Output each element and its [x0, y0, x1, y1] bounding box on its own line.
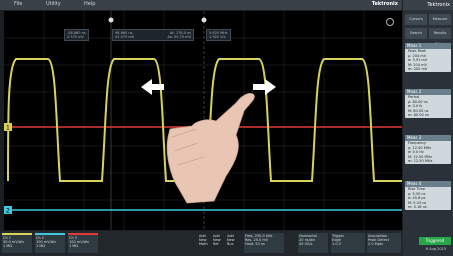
channel-line: 1 MΩ — [69, 244, 79, 249]
meas-panel-1[interactable]: Meas 1 Peak-Peak μ: 204 mV σ: 3.91 mV M:… — [405, 43, 451, 72]
readout-line: 1.920 V/s — [209, 35, 226, 39]
readout-line: 41.575 mV — [115, 35, 135, 39]
menu-file[interactable]: File — [14, 1, 22, 7]
timestamp: 6 Aug 2015 — [425, 247, 447, 251]
acquisition-line: 2.0 Mpts — [368, 242, 384, 247]
results-table-button[interactable]: Results Table — [429, 28, 451, 46]
cursors-button[interactable]: Cursors — [405, 14, 427, 25]
readout-line: 2.375 mV — [67, 35, 84, 39]
cursor-readout-left: -58.860 ns 2.375 mV — [64, 29, 89, 41]
meas-panel-2[interactable]: Meas 2 Period μ: 80.00 ns σ: 0.0 fs M: 8… — [405, 89, 451, 118]
channel-line: 1 MΩ — [36, 244, 46, 249]
meas-panel-4[interactable]: Meas 4 Rise Time μ: 5.30 ns σ: 45.6 ps M… — [405, 181, 451, 210]
timebase-line: Hold: 20 ns — [245, 242, 265, 247]
bottom-control-bar: Ch 1 50.0 mV/div 1 MΩ Ch 2 100 mV/div 1 … — [0, 231, 403, 256]
results-sidebar: Tektronix Cursors Measure Search Results… — [403, 0, 453, 256]
trigger-position-marker[interactable] — [201, 17, 207, 23]
menu-utility[interactable]: Utility — [46, 1, 61, 7]
panel-line: m: 12.50 MHz — [408, 159, 433, 164]
brand-header: Tektronix — [403, 0, 453, 10]
cursor-a-handle[interactable] — [108, 17, 114, 23]
ch2-badge[interactable]: Ch 2 100 mV/div 1 MΩ — [35, 233, 65, 253]
add-ref-button[interactable]: Add New Ref — [212, 233, 224, 253]
brand-logo: Tektronix — [371, 1, 398, 7]
waveform-display[interactable]: 1 2 -58.860 ns 2.375 mV 98.860 ns Δt: 178… — [4, 11, 402, 230]
ch1-badge[interactable]: Ch 1 50.0 mV/div 1 MΩ — [2, 233, 32, 253]
panel-line: m: 5.16 ns — [408, 205, 427, 210]
ch1-marker-label: 1 — [6, 125, 10, 132]
panel-line: m: 200 mV — [408, 67, 428, 72]
menu-bar: File Utility Help Tektronix — [0, 0, 402, 10]
cursor-readout-middle: 98.860 ns Δt: 178.0 ns 41.575 mV Δv: 50.70… — [112, 29, 194, 41]
timebase-badge[interactable]: Freq. 250.0 kHz Res. 25.0 mV Hold: 20 ns — [244, 233, 284, 253]
channel-line: 1 MΩ — [3, 244, 13, 249]
horizontal-line: 40 GS/s — [299, 242, 313, 247]
trigger-line: 1.0 V — [332, 242, 342, 247]
triggered-badge: Triggered — [419, 237, 451, 245]
waveform-plot: 1 2 — [4, 11, 402, 230]
readout-line: Δv: 50.70 mV — [167, 35, 191, 39]
trigger-badge[interactable]: Trigger Edge 1.0 V — [331, 233, 365, 253]
horizontal-badge[interactable]: Horizontal 20 ns/div 40 GS/s — [298, 233, 328, 253]
add-math-button[interactable]: Add New Math — [198, 233, 210, 253]
menu-help[interactable]: Help — [84, 1, 95, 7]
ch3-badge[interactable]: Ch 3 100 mV/div 1 MΩ — [68, 233, 98, 253]
add-bus-button[interactable]: Add New Bus — [226, 233, 238, 253]
cursor-readout-right: 5.620 MHz 1.920 V/s — [206, 29, 231, 41]
meas-panel-3[interactable]: Meas 3 Frequency μ: 12.50 MHz σ: 0.0 Hz … — [405, 135, 451, 164]
ch2-marker-label: 2 — [6, 208, 10, 215]
search-button[interactable]: Search — [405, 28, 427, 39]
panel-line: m: 80.00 ns — [408, 113, 429, 118]
display-settings-icon[interactable] — [386, 18, 394, 26]
acquisition-badge[interactable]: Acquisition Peak Detect 2.0 Mpts — [367, 233, 401, 253]
measure-button[interactable]: Measure — [429, 14, 451, 25]
